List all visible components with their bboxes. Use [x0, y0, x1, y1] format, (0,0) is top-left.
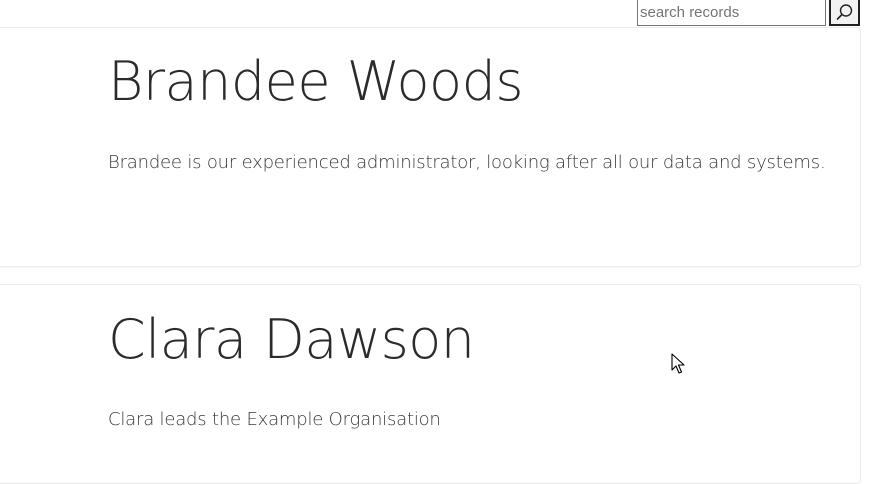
search-bar	[637, 0, 860, 26]
record-name: Clara Dawson	[108, 308, 475, 371]
record-description: Brandee is our experienced administrator…	[108, 152, 826, 173]
record-card: Brandee Woods Brandee is our experienced…	[0, 27, 861, 267]
record-card: Clara Dawson Clara leads the Example Org…	[0, 284, 861, 484]
search-icon	[836, 4, 852, 20]
mouse-cursor-icon	[671, 353, 685, 374]
search-input[interactable]	[637, 0, 826, 26]
search-button[interactable]	[829, 0, 860, 26]
record-name: Brandee Woods	[108, 50, 523, 113]
record-description: Clara leads the Example Organisation	[108, 409, 441, 430]
